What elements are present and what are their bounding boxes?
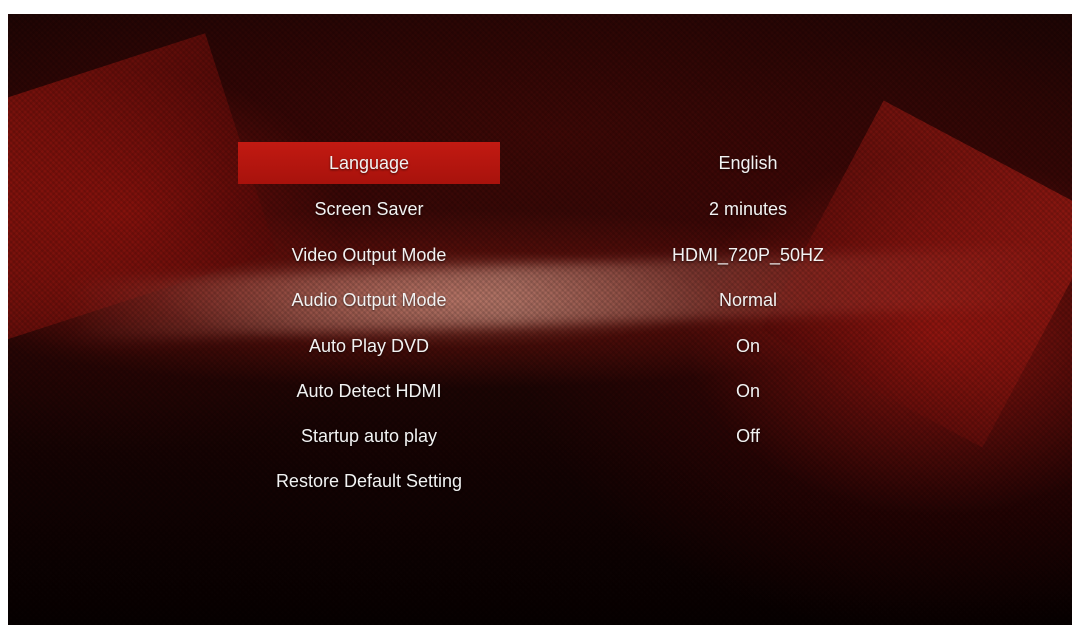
setting-row-video-output-mode[interactable]: Video Output Mode HDMI_720P_50HZ [238,234,898,276]
setting-row-screen-saver[interactable]: Screen Saver 2 minutes [238,188,898,230]
settings-menu: Language English Screen Saver 2 minutes … [8,14,1072,625]
setting-value: On [735,381,760,401]
setting-row-audio-output-mode[interactable]: Audio Output Mode Normal [238,279,898,321]
setting-label: Auto Play DVD [308,336,430,356]
setting-label: Restore Default Setting [275,471,463,491]
setting-row-language[interactable]: Language English [238,142,898,184]
setting-row-auto-detect-hdmi[interactable]: Auto Detect HDMI On [238,370,898,412]
setting-row-startup-auto-play[interactable]: Startup auto play Off [238,415,898,457]
setting-value [628,460,868,502]
setting-row-restore-default[interactable]: Restore Default Setting [238,460,898,502]
setting-label: Screen Saver [314,199,424,219]
setting-value: HDMI_720P_50HZ [671,245,825,265]
settings-screen: Language English Screen Saver 2 minutes … [8,14,1072,625]
setting-value: Normal [718,290,777,310]
setting-value: Off [736,426,760,446]
setting-value: 2 minutes [708,199,788,219]
setting-label: Audio Output Mode [291,290,447,310]
setting-row-auto-play-dvd[interactable]: Auto Play DVD On [238,325,898,367]
setting-label: Auto Detect HDMI [296,381,442,401]
setting-label: Startup auto play [300,426,438,446]
setting-value: English [718,153,778,173]
setting-label: Video Output Mode [291,245,447,265]
setting-value: On [735,336,760,356]
setting-label: Language [238,142,500,184]
